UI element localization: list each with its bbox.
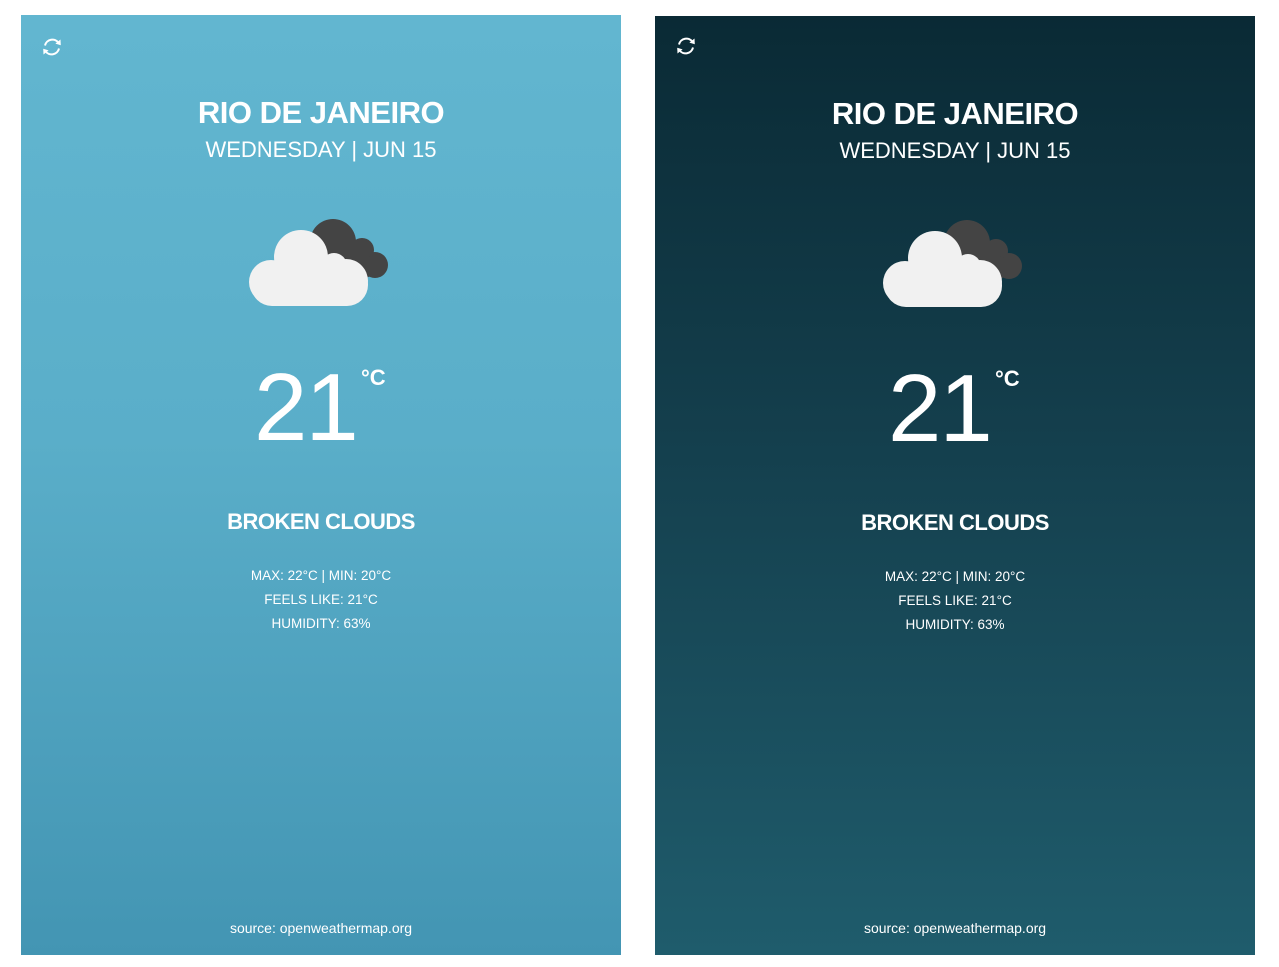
- weather-card-dark: RIO DE JANEIRO WEDNESDAY | JUN 15 21 °C …: [655, 16, 1255, 955]
- date-label: WEDNESDAY | JUN 15: [205, 137, 437, 162]
- refresh-icon[interactable]: [674, 34, 698, 58]
- weather-condition: BROKEN CLOUDS: [861, 510, 1049, 535]
- max-min-temp: MAX: 22°C | MIN: 20°C: [884, 569, 1026, 584]
- weather-condition: BROKEN CLOUDS: [227, 509, 415, 534]
- weather-details: MAX: 22°C | MIN: 20°C FEELS LIKE: 21°C H…: [655, 565, 1255, 637]
- humidity: HUMIDITY: 63%: [905, 617, 1005, 632]
- temperature-display: 21 °C: [21, 353, 621, 461]
- broken-clouds-icon: [883, 216, 1027, 310]
- temperature-display: 21 °C: [655, 354, 1255, 462]
- weather-card-light: RIO DE JANEIRO WEDNESDAY | JUN 15 21 °C …: [21, 15, 621, 955]
- refresh-icon[interactable]: [40, 35, 64, 59]
- temperature-unit: °C: [361, 365, 386, 390]
- city-name: RIO DE JANEIRO: [197, 95, 445, 130]
- source-credit: source: openweathermap.org: [229, 920, 413, 936]
- city-name: RIO DE JANEIRO: [831, 96, 1079, 131]
- feels-like: FEELS LIKE: 21°C: [898, 593, 1012, 608]
- date-label: WEDNESDAY | JUN 15: [839, 138, 1071, 163]
- weather-details: MAX: 22°C | MIN: 20°C FEELS LIKE: 21°C H…: [21, 564, 621, 636]
- temperature-value: 21: [254, 354, 359, 461]
- broken-clouds-icon: [249, 215, 393, 309]
- humidity: HUMIDITY: 63%: [271, 616, 371, 631]
- source-credit: source: openweathermap.org: [863, 920, 1047, 936]
- temperature-unit: °C: [995, 366, 1020, 391]
- feels-like: FEELS LIKE: 21°C: [264, 592, 378, 607]
- temperature-value: 21: [888, 355, 993, 462]
- max-min-temp: MAX: 22°C | MIN: 20°C: [250, 568, 392, 583]
